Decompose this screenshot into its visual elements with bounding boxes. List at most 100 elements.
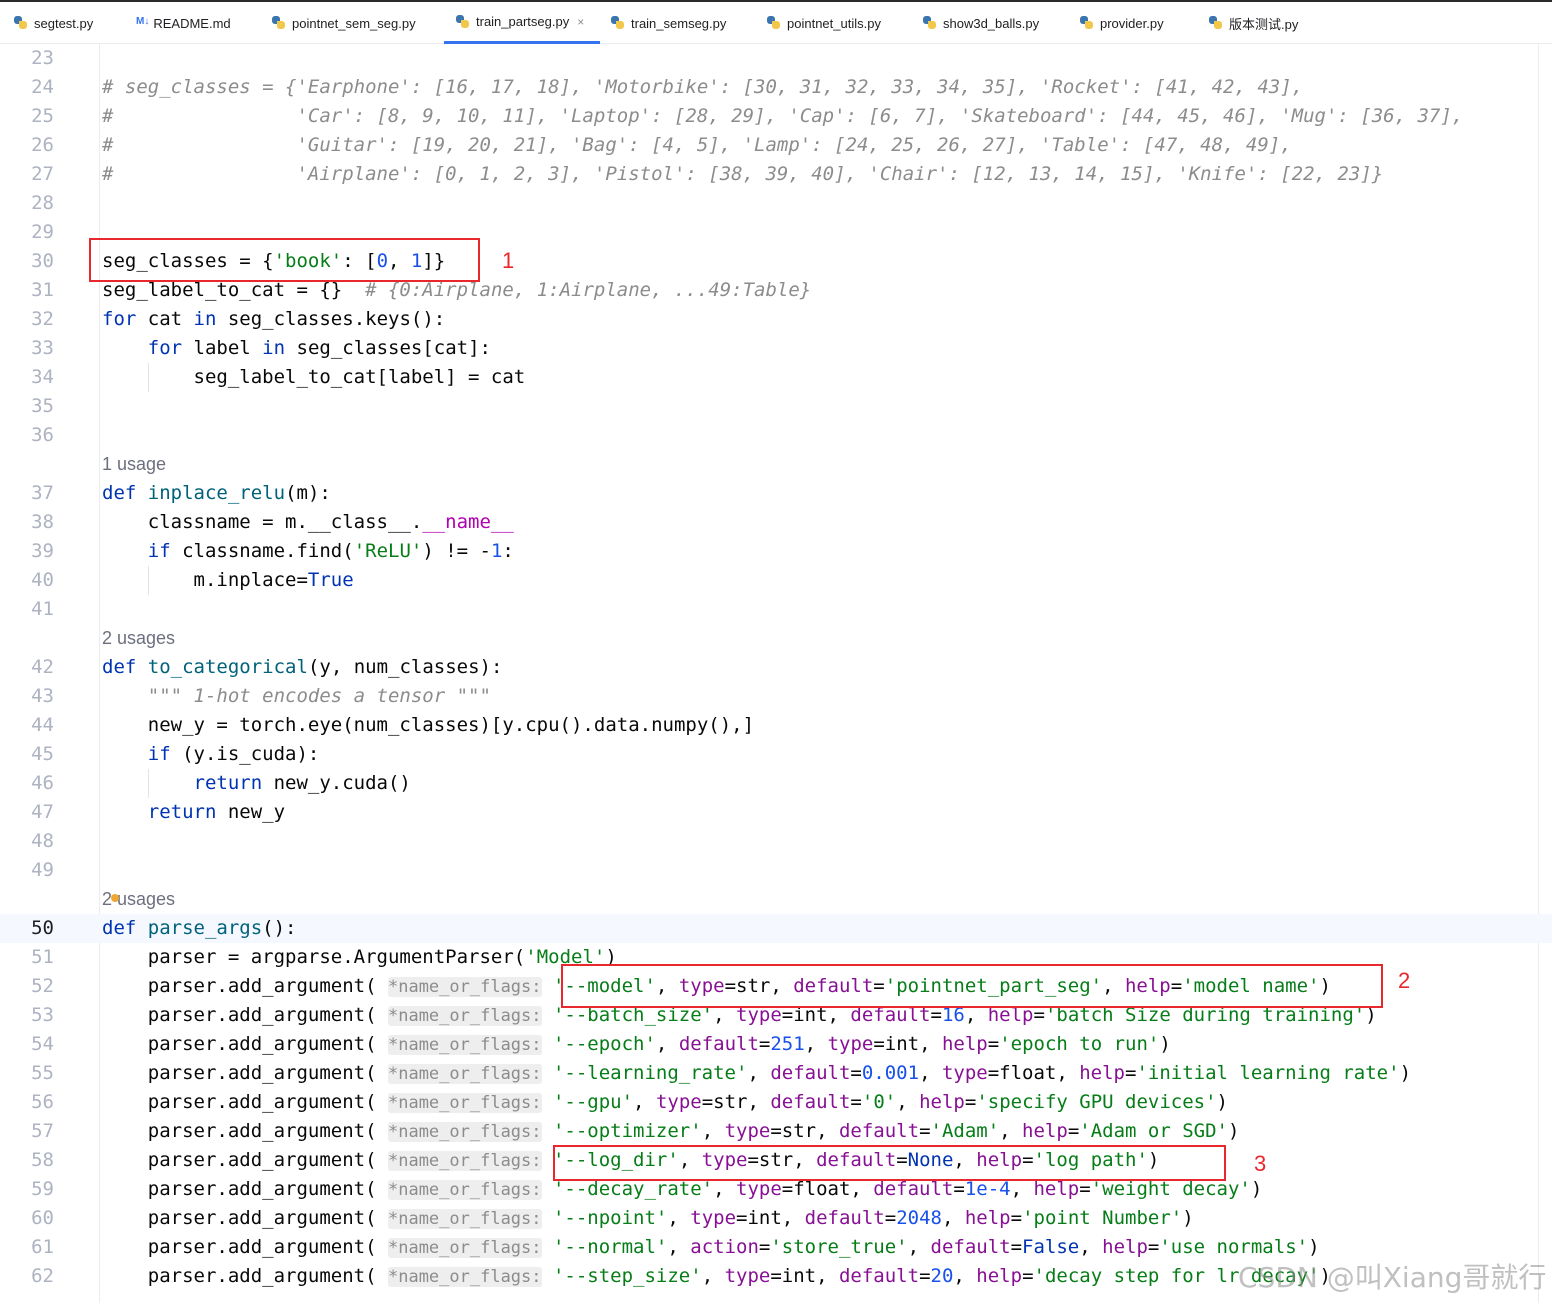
code-line: 56 parser.add_argument( *name_or_flags: … bbox=[0, 1088, 1552, 1117]
line-number: 27 bbox=[31, 163, 54, 185]
line-number: 25 bbox=[31, 105, 54, 127]
code-text: def inplace_relu(m): bbox=[102, 482, 331, 504]
code-line: 27 # 'Airplane': [0, 1, 2, 3], 'Pistol': … bbox=[0, 160, 1552, 189]
code-text: seg_label_to_cat[label] = cat bbox=[102, 366, 526, 388]
line-number: 35 bbox=[31, 395, 54, 417]
indent-guide bbox=[148, 769, 149, 798]
tab-label: train_partseg.py bbox=[476, 14, 570, 29]
line-number: 56 bbox=[31, 1091, 54, 1113]
line-number: 43 bbox=[31, 685, 54, 707]
line-number: 60 bbox=[31, 1207, 54, 1229]
code-line: 23 bbox=[0, 44, 1552, 73]
line-number: 41 bbox=[31, 598, 54, 620]
parameter-hint: *name_or_flags: bbox=[387, 1151, 542, 1171]
parameter-hint: *name_or_flags: bbox=[387, 1180, 542, 1200]
code-line: 35 bbox=[0, 392, 1552, 421]
code-line: 38 classname = m.__class__.__name__ bbox=[0, 508, 1552, 537]
code-editor[interactable]: 23 24 # seg_classes = {'Earphone': [16, 1… bbox=[0, 44, 1552, 1303]
line-number: 49 bbox=[31, 859, 54, 881]
code-line: 37 def inplace_relu(m): bbox=[0, 479, 1552, 508]
tab-label: provider.py bbox=[1100, 15, 1164, 31]
code-line: 55 parser.add_argument( *name_or_flags: … bbox=[0, 1059, 1552, 1088]
line-number: 34 bbox=[31, 366, 54, 388]
code-line: 33 for label in seg_classes[cat]: bbox=[0, 334, 1552, 363]
tab-readme[interactable]: M↓ README.md bbox=[136, 2, 231, 44]
line-number: 31 bbox=[31, 279, 54, 301]
close-icon[interactable]: × bbox=[577, 15, 584, 29]
parameter-hint: *name_or_flags: bbox=[387, 1122, 542, 1142]
line-number: 44 bbox=[31, 714, 54, 736]
line-number: 28 bbox=[31, 192, 54, 214]
line-number: 53 bbox=[31, 1004, 54, 1026]
annotation-label-3: 3 bbox=[1254, 1151, 1267, 1176]
code-text: parser.add_argument( *name_or_flags: '--… bbox=[102, 1033, 1171, 1055]
code-line: 32 for cat in seg_classes.keys(): bbox=[0, 305, 1552, 334]
python-file-icon bbox=[767, 16, 781, 30]
code-line: 26 # 'Guitar': [19, 20, 21], 'Bag': [4, 5… bbox=[0, 131, 1552, 160]
line-number: 61 bbox=[31, 1236, 54, 1258]
code-text: parser.add_argument( *name_or_flags: '--… bbox=[102, 1091, 1228, 1113]
python-file-icon bbox=[923, 16, 937, 30]
line-number: 55 bbox=[31, 1062, 54, 1084]
code-text: for label in seg_classes[cat]: bbox=[147, 337, 491, 359]
line-number: 40 bbox=[31, 569, 54, 591]
tab-version-test[interactable]: 版本测试.py bbox=[1209, 2, 1298, 44]
line-number: 26 bbox=[31, 134, 54, 156]
annotation-box-1 bbox=[89, 238, 480, 282]
tab-label: README.md bbox=[153, 15, 231, 31]
code-line: 34 seg_label_to_cat[label] = cat bbox=[0, 363, 1552, 392]
code-line-current: 50 def parse_args(): bbox=[0, 914, 1552, 943]
python-file-icon bbox=[14, 16, 28, 30]
line-number: 33 bbox=[31, 337, 54, 359]
tab-label: segtest.py bbox=[34, 15, 94, 31]
code-text: parser.add_argument( *name_or_flags: '--… bbox=[102, 1265, 1331, 1287]
tab-train-partseg[interactable]: train_partseg.py × bbox=[444, 2, 600, 44]
python-file-icon bbox=[611, 16, 625, 30]
usage-hint-row: 1 usage bbox=[0, 450, 1552, 479]
line-number: 30 bbox=[31, 250, 54, 272]
tab-pointnet-sem-seg[interactable]: pointnet_sem_seg.py bbox=[272, 2, 416, 44]
code-line: 57 parser.add_argument( *name_or_flags: … bbox=[0, 1117, 1552, 1146]
tab-provider[interactable]: provider.py bbox=[1080, 2, 1164, 44]
line-number: 50 bbox=[31, 917, 54, 939]
annotation-label-1: 1 bbox=[502, 248, 515, 273]
code-text: parser.add_argument( *name_or_flags: '--… bbox=[102, 1062, 1412, 1084]
code-line: 25 # 'Car': [8, 9, 10, 11], 'Laptop': [28… bbox=[0, 102, 1552, 131]
tab-segtest[interactable]: segtest.py bbox=[14, 2, 93, 44]
code-text: if (y.is_cuda): bbox=[147, 743, 320, 765]
code-line: 45 if (y.is_cuda): bbox=[0, 740, 1552, 769]
tab-label: show3d_balls.py bbox=[943, 15, 1040, 31]
intention-bulb-icon[interactable] bbox=[111, 894, 119, 902]
line-number: 54 bbox=[31, 1033, 54, 1055]
usage-count[interactable]: 1 usage bbox=[102, 450, 166, 479]
tab-show3d-balls[interactable]: show3d_balls.py bbox=[923, 2, 1039, 44]
parameter-hint: *name_or_flags: bbox=[387, 1238, 542, 1258]
line-number: 46 bbox=[31, 772, 54, 794]
parameter-hint: *name_or_flags: bbox=[387, 1209, 542, 1229]
code-text: return new_y bbox=[147, 801, 286, 823]
code-text: for cat in seg_classes.keys(): bbox=[102, 308, 446, 330]
code-text: parser.add_argument( *name_or_flags: '--… bbox=[102, 1120, 1240, 1142]
line-number: 32 bbox=[31, 308, 54, 330]
code-line: 40 m.inplace=True bbox=[0, 566, 1552, 595]
code-text: parser.add_argument( *name_or_flags: '--… bbox=[102, 1207, 1194, 1229]
line-number: 48 bbox=[31, 830, 54, 852]
python-file-icon bbox=[1080, 16, 1094, 30]
annotation-box-2 bbox=[561, 964, 1383, 1008]
tab-label: pointnet_utils.py bbox=[787, 15, 881, 31]
code-line: 42 def to_categorical(y, num_classes): bbox=[0, 653, 1552, 682]
line-number: 38 bbox=[31, 511, 54, 533]
code-text: def parse_args(): bbox=[102, 917, 297, 939]
code-text: if classname.find('ReLU') != -1: bbox=[147, 540, 514, 562]
code-line: 39 if classname.find('ReLU') != -1: bbox=[0, 537, 1552, 566]
tab-pointnet-utils[interactable]: pointnet_utils.py bbox=[767, 2, 881, 44]
tab-train-semseg[interactable]: train_semseg.py bbox=[611, 2, 726, 44]
tab-label: pointnet_sem_seg.py bbox=[292, 15, 416, 31]
comment: # seg_classes = {'Earphone': [16, 17, 18… bbox=[102, 76, 1304, 98]
line-number: 37 bbox=[31, 482, 54, 504]
parameter-hint: *name_or_flags: bbox=[387, 1064, 542, 1084]
usage-count[interactable]: 2 usages bbox=[102, 624, 175, 653]
python-file-icon bbox=[456, 14, 470, 29]
line-number: 59 bbox=[31, 1178, 54, 1200]
line-number: 58 bbox=[31, 1149, 54, 1171]
